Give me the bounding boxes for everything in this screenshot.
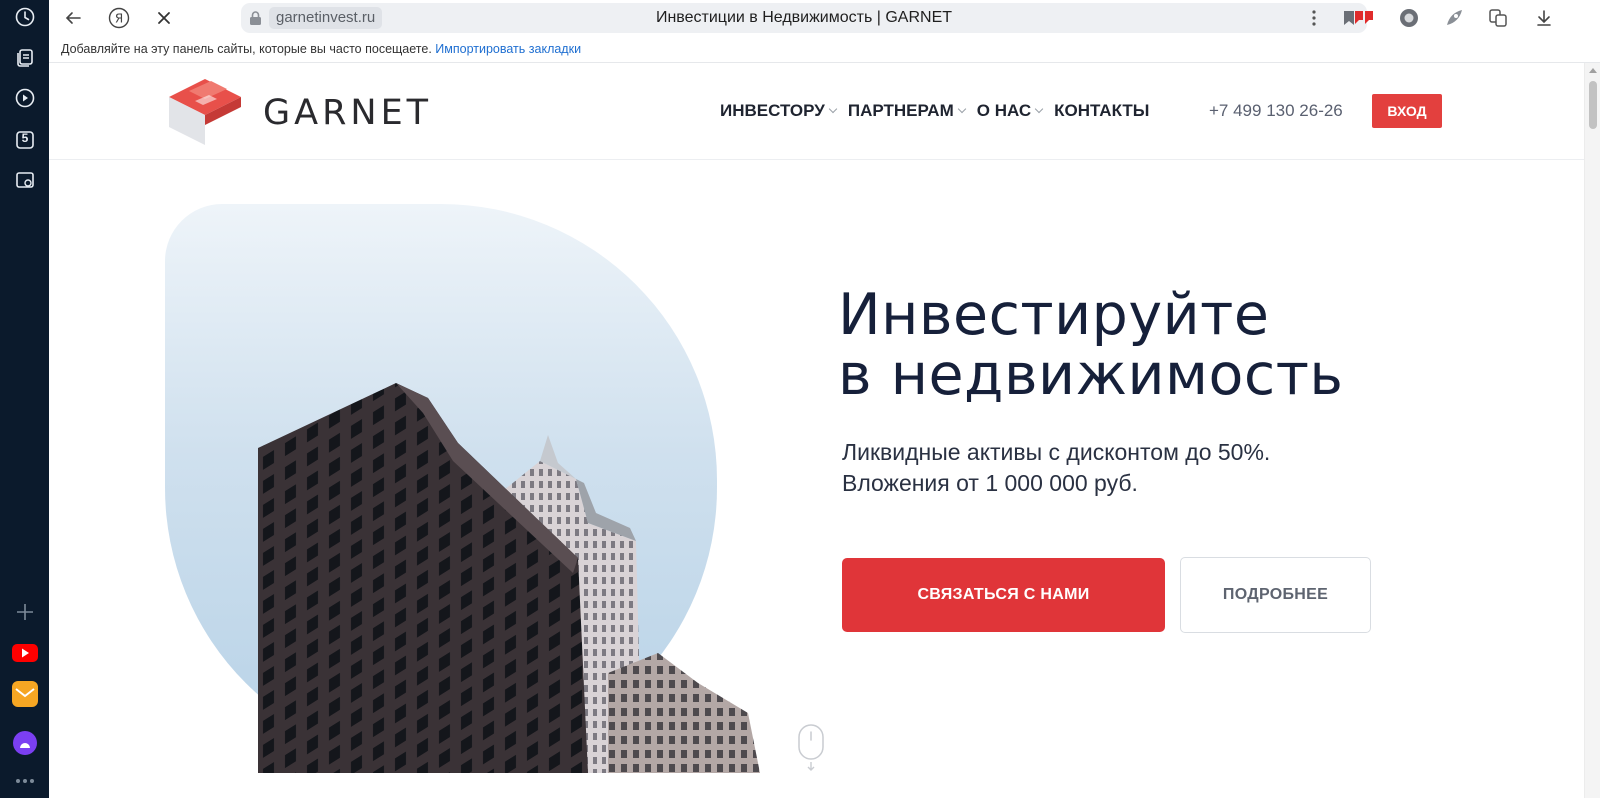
reviews-extension-icon[interactable] <box>1351 5 1377 31</box>
garnet-logo[interactable]: GARNET <box>165 77 428 147</box>
import-bookmarks-link[interactable]: Импортировать закладки <box>435 42 581 56</box>
scrollbar-thumb[interactable] <box>1589 81 1597 129</box>
nav-item-label: О НАС <box>976 101 1032 120</box>
hero-subtitle-line1: Ликвидные активы с дисконтом до 50%. <box>842 439 1271 465</box>
nav-item-investor[interactable]: ИНВЕСТОРУ <box>720 101 838 121</box>
brand-name: GARNET <box>263 93 433 133</box>
page-viewport: GARNET ИНВЕСТОРУ ПАРТНЕРАМ О НАС КОНТАКТ… <box>49 63 1584 798</box>
url-text[interactable]: garnetinvest.ru <box>269 7 383 29</box>
lock-icon <box>249 10 262 31</box>
garnet-logo-icon <box>169 79 241 145</box>
chevron-down-icon <box>1034 104 1044 114</box>
bookmarks-bar: Добавляйте на эту панель сайты, которые … <box>49 36 1600 63</box>
hero-subtitle: Ликвидные активы с дисконтом до 50%. Вло… <box>842 437 1270 499</box>
history-icon[interactable] <box>12 4 38 30</box>
badge-five-icon[interactable]: 5 <box>12 127 38 153</box>
phone-number[interactable]: +7 499 130 26-26 <box>1209 101 1343 121</box>
login-button[interactable]: ВХОД <box>1372 94 1442 128</box>
mail-icon[interactable] <box>12 681 38 707</box>
browser-toolbar: Я garnetinvest.ru Инвестиции в Недвижимо… <box>49 0 1600 36</box>
yandex-logo-icon[interactable]: Я <box>106 5 132 31</box>
page-title: Инвестиции в Недвижимость | GARNET <box>655 9 953 26</box>
video-play-icon[interactable] <box>12 85 38 111</box>
contact-us-button[interactable]: СВЯЗАТЬСЯ С НАМИ <box>842 558 1165 632</box>
scroll-up-arrow-icon[interactable] <box>1589 68 1597 73</box>
hero-title: Инвестируйте в недвижимость <box>838 285 1344 405</box>
nav-item-label: ИНВЕСТОРУ <box>720 101 825 120</box>
side-panel-badge: 5 <box>21 131 29 145</box>
page-scrollbar[interactable] <box>1584 63 1600 798</box>
more-dots-icon[interactable] <box>12 768 38 794</box>
nav-item-partners[interactable]: ПАРТНЕРАМ <box>847 101 966 121</box>
shield-extension-icon[interactable] <box>1396 5 1422 31</box>
nav-item-about[interactable]: О НАС <box>976 101 1044 121</box>
scroll-mouse-icon[interactable] <box>798 724 824 772</box>
address-bar[interactable]: garnetinvest.ru Инвестиции в Недвижимост… <box>241 3 1367 33</box>
hero-title-line2: в недвижимость <box>838 342 1344 408</box>
chevron-down-icon <box>828 104 838 114</box>
chevron-down-icon <box>957 104 966 114</box>
svg-text:Я: Я <box>115 12 123 26</box>
collections-icon[interactable] <box>12 45 38 71</box>
add-icon[interactable] <box>12 599 38 625</box>
browser-side-panel: 5 <box>0 0 49 798</box>
menu-kebab-icon[interactable] <box>1301 5 1327 31</box>
nav-item-label: КОНТАКТЫ <box>1054 101 1150 120</box>
alice-assistant-icon[interactable] <box>12 730 38 756</box>
site-header: GARNET ИНВЕСТОРУ ПАРТНЕРАМ О НАС КОНТАКТ… <box>49 63 1584 160</box>
back-arrow-icon[interactable] <box>60 5 86 31</box>
nav-item-label: ПАРТНЕРАМ <box>847 101 954 120</box>
youtube-icon[interactable] <box>12 640 38 666</box>
stop-loading-icon[interactable] <box>151 5 177 31</box>
hero-subtitle-line2: Вложения от 1 000 000 руб. <box>842 470 1138 496</box>
main-nav: ИНВЕСТОРУ ПАРТНЕРАМ О НАС КОНТАКТЫ <box>720 99 1161 123</box>
screenshot-icon[interactable] <box>12 167 38 193</box>
translate-extension-icon[interactable] <box>1485 5 1511 31</box>
bookmarks-hint: Добавляйте на эту панель сайты, которые … <box>61 42 432 56</box>
download-icon[interactable] <box>1531 5 1557 31</box>
rocket-extension-icon[interactable] <box>1441 5 1467 31</box>
skyscraper-photo <box>258 383 760 773</box>
nav-item-contacts[interactable]: КОНТАКТЫ <box>1054 101 1149 121</box>
hero-title-line1: Инвестируйте <box>838 282 1270 348</box>
learn-more-button[interactable]: ПОДРОБНЕЕ <box>1180 557 1371 633</box>
